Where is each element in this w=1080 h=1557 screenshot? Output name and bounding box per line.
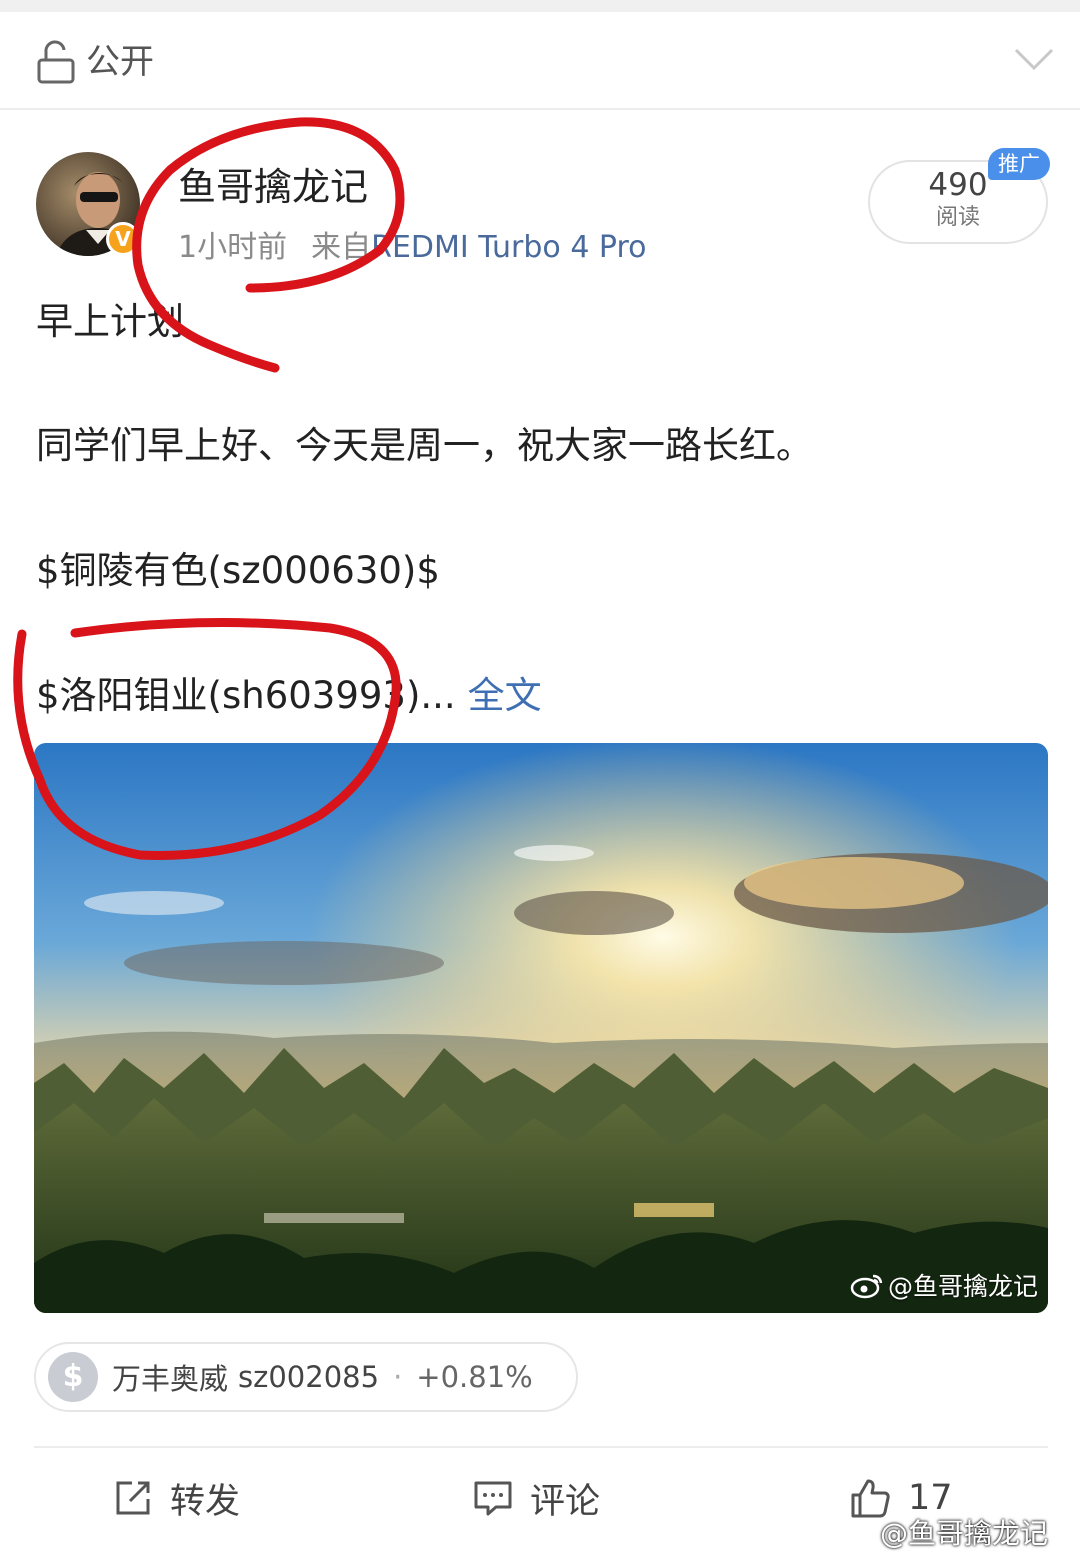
- comment-button[interactable]: 评论: [472, 1472, 600, 1524]
- visibility-selector[interactable]: 公开: [0, 12, 1080, 110]
- weibo-logo-icon: [840, 1521, 875, 1547]
- screenshot-watermark: @鱼哥擒龙记: [840, 1512, 1048, 1552]
- post-time: 1小时前: [178, 230, 288, 265]
- promote-badge[interactable]: 推广: [988, 148, 1050, 180]
- weibo-logo-icon: [850, 1274, 883, 1299]
- visibility-label: 公开: [86, 42, 154, 82]
- post-line-luoyang: $洛阳钼业(sh603993)... 全文: [36, 670, 542, 722]
- comment-label: 评论: [530, 1481, 601, 1522]
- post-meta: 1小时前 来自REDMI Turbo 4 Pro: [178, 227, 647, 269]
- source-prefix: 来自: [311, 230, 372, 265]
- post-line-greeting: 同学们早上好、今天是周一，祝大家一路长红。: [36, 424, 813, 467]
- stock-chip[interactable]: $ 万丰奥威 sz002085 · +0.81%: [34, 1342, 578, 1412]
- chevron-down-icon[interactable]: [1012, 44, 1056, 74]
- stock-change: +0.81%: [416, 1360, 533, 1394]
- image-watermark: @鱼哥擒龙记: [850, 1267, 1038, 1303]
- weibo-post-card: 公开 V 鱼哥擒龙记 1小时前来自REDMI Turbo 4 Pro 490: [0, 12, 1080, 1557]
- divider: [34, 1446, 1048, 1448]
- screenshot-watermark-text: @鱼哥擒龙记: [880, 1517, 1049, 1550]
- verified-badge: V: [106, 222, 140, 256]
- stock-code: sz002085: [238, 1360, 380, 1394]
- repost-button[interactable]: 转发: [112, 1472, 240, 1524]
- stock-tag-tongling[interactable]: $铜陵有色(sz000630)$: [36, 545, 440, 597]
- post-title: 早上计划: [36, 300, 184, 343]
- read-more-link[interactable]: 全文: [468, 674, 542, 717]
- comment-icon: [474, 1481, 512, 1516]
- stock-name: 万丰奥威: [112, 1362, 229, 1396]
- unlock-icon: [37, 40, 75, 84]
- separator-dot: ·: [393, 1360, 403, 1394]
- dollar-icon: $: [48, 1352, 98, 1402]
- stock-tag-luoyang[interactable]: $洛阳钼业(sh603993)...: [36, 674, 456, 717]
- post-source[interactable]: REDMI Turbo 4 Pro: [371, 230, 646, 265]
- image-watermark-text: @鱼哥擒龙记: [887, 1272, 1038, 1301]
- karst-sunrise-photo: [34, 743, 1048, 1313]
- read-label: 阅读: [935, 205, 980, 230]
- post-image[interactable]: @鱼哥擒龙记: [34, 743, 1048, 1313]
- author-name[interactable]: 鱼哥擒龙记: [178, 162, 368, 212]
- repost-label: 转发: [170, 1481, 241, 1522]
- repost-icon: [116, 1481, 150, 1515]
